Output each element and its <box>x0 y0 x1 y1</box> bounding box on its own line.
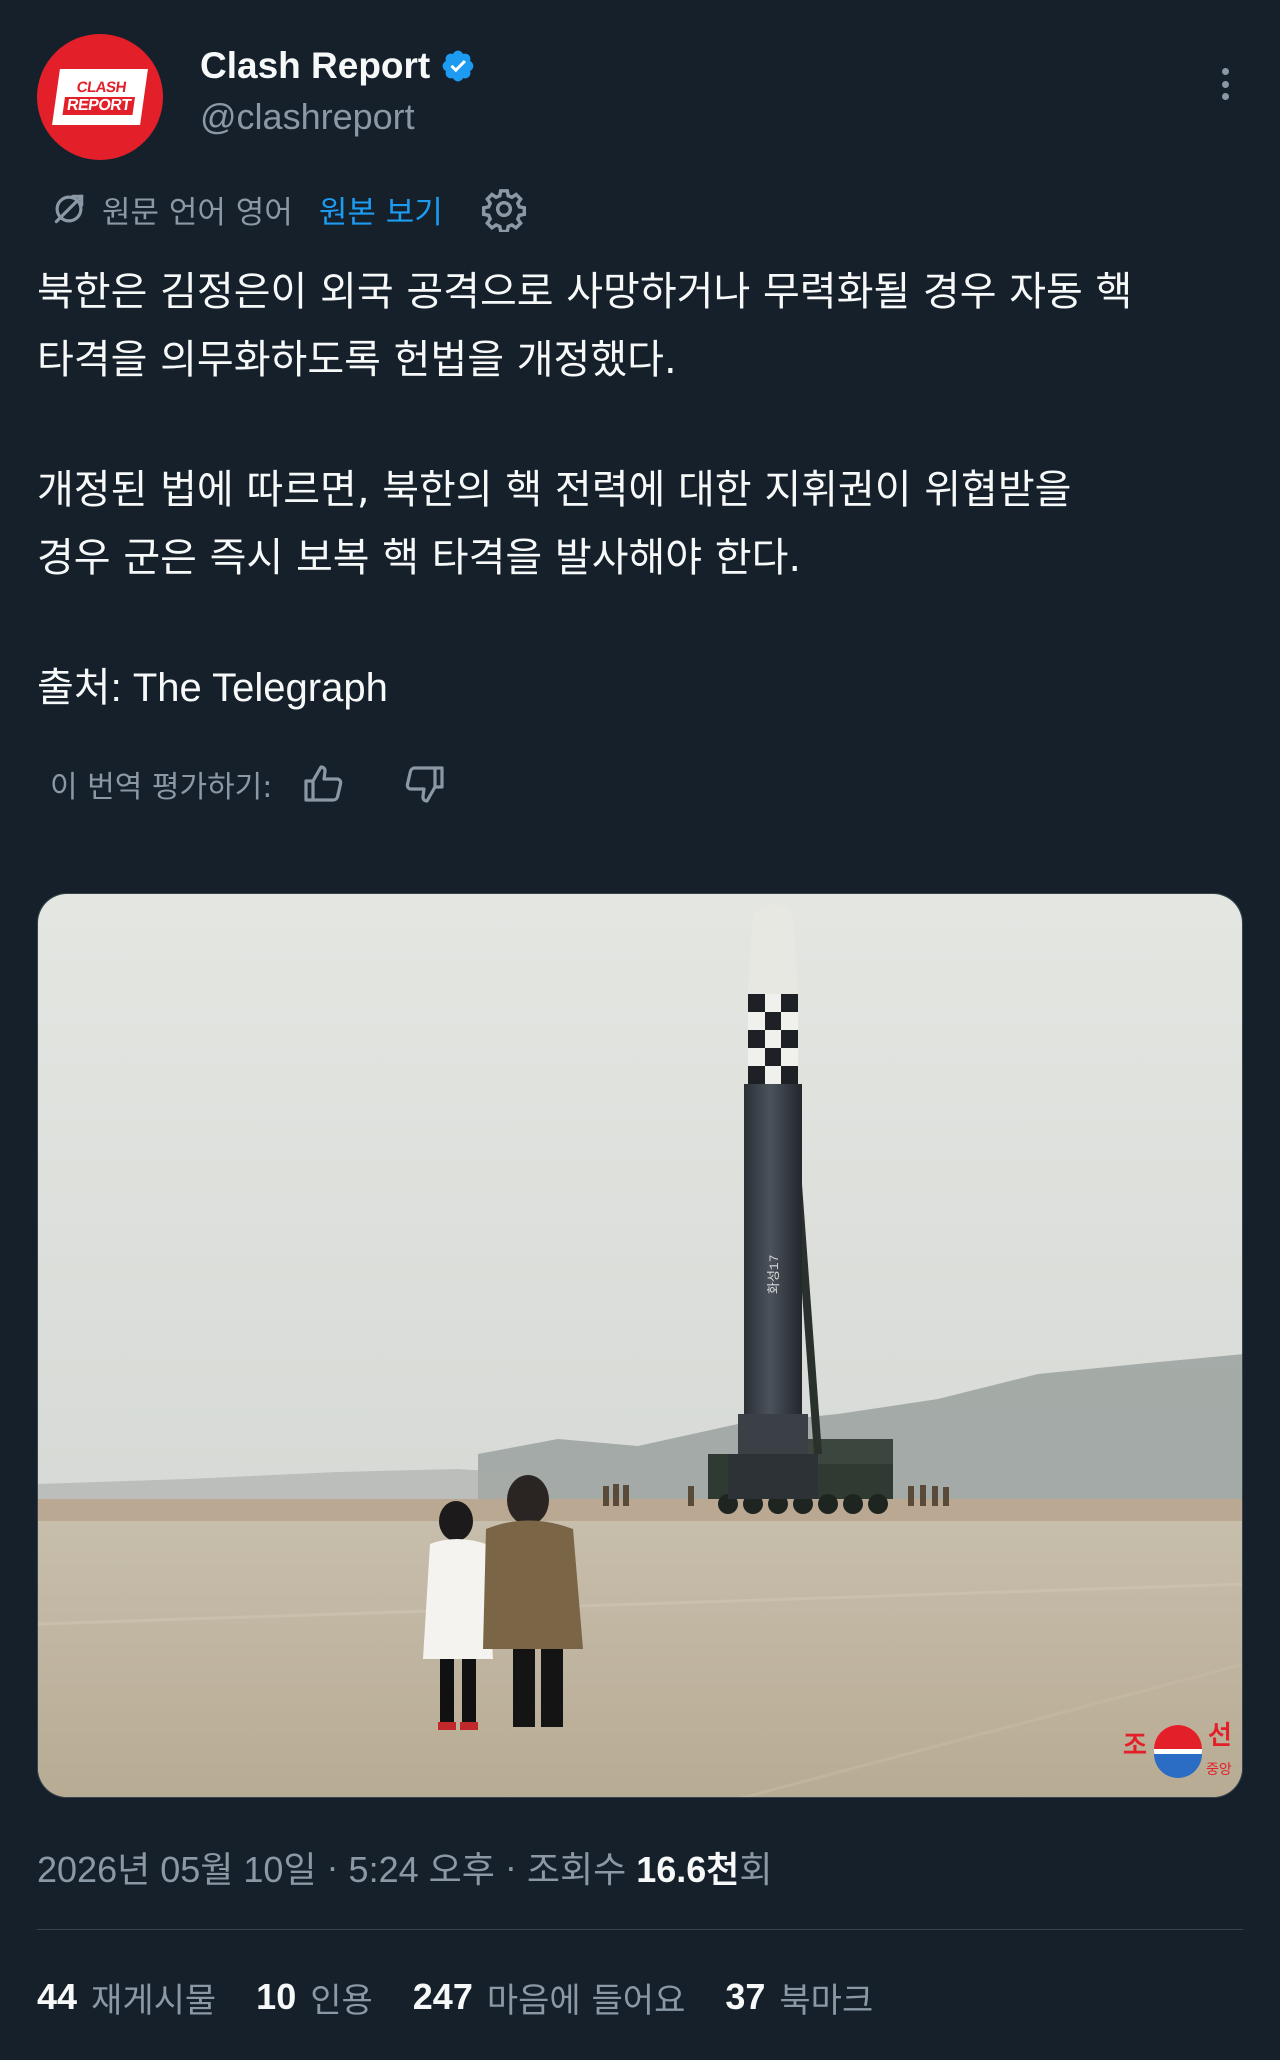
translation-settings-icon[interactable] <box>481 186 527 232</box>
tweet-source: 출처: The Telegraph <box>37 666 388 710</box>
likes-stat[interactable]: 247 마음에 들어요 <box>413 1973 686 2022</box>
likes-label: 마음에 들어요 <box>486 1980 686 2021</box>
missile-photo: 화성17 조 선 중앙 <box>38 894 1242 1797</box>
bookmarks-stat[interactable]: 37 북마크 <box>725 1973 873 2022</box>
missile-serial: 화성17 <box>767 1254 782 1294</box>
views-suffix: 회 <box>739 1849 773 1890</box>
author-display-name[interactable]: Clash Report <box>200 45 430 87</box>
tweet-header: CLASH REPORT Clash Report @clashreport <box>37 34 1243 160</box>
original-language-label: 원문 언어 영어 <box>102 194 293 231</box>
meta-separator: · <box>494 1846 527 1887</box>
clash-report-logo: CLASH REPORT <box>52 69 148 125</box>
svg-text:선: 선 <box>1208 1721 1232 1751</box>
more-options-icon[interactable] <box>1207 62 1243 106</box>
author-name-row[interactable]: Clash Report <box>200 44 476 88</box>
view-original-link[interactable]: 원본 보기 <box>319 187 443 232</box>
tweet-text-line: 북한은 김정은이 외국 공격으로 사망하거나 무력화될 경우 자동 핵 <box>37 269 1133 315</box>
post-time[interactable]: 5:24 오후 <box>349 1841 495 1893</box>
views-label: 조회수 <box>526 1849 637 1890</box>
views-count: 16.6천 <box>636 1849 740 1890</box>
svg-text:중앙: 중앙 <box>1206 1762 1232 1778</box>
rate-translation-label: 이 번역 평가하기: <box>50 770 273 805</box>
quotes-label: 인용 <box>310 1980 373 2021</box>
bookmarks-count: 37 <box>725 1976 766 2017</box>
tweet-body: 북한은 김정은이 외국 공격으로 사망하거나 무력화될 경우 자동 핵 타격을 … <box>37 258 1237 722</box>
rate-translation: 이 번역 평가하기: <box>50 760 448 808</box>
quotes-count: 10 <box>256 1976 297 2017</box>
thumbs-down-icon[interactable] <box>400 760 448 808</box>
translate-icon <box>54 194 84 224</box>
tweet-text-line: 개정된 법에 따르면, 북한의 핵 전력에 대한 지휘권이 위협받을 <box>37 467 1072 513</box>
verified-badge-icon <box>440 48 476 84</box>
avatar[interactable]: CLASH REPORT <box>37 34 163 160</box>
thumbs-up-icon[interactable] <box>300 760 348 808</box>
tweet-metadata: 2026년 05월 10일 · 5:24 오후 · 조회수 16.6천 회 <box>37 1842 773 1892</box>
reposts-label: 재게시물 <box>91 1980 217 2021</box>
bookmarks-label: 북마크 <box>779 1980 874 2021</box>
author-handle[interactable]: @clashreport <box>200 96 415 138</box>
reposts-count: 44 <box>37 1976 78 2017</box>
svg-text:조: 조 <box>1123 1731 1147 1761</box>
meta-separator: · <box>316 1846 349 1887</box>
likes-count: 247 <box>412 1976 473 2017</box>
translation-bar: 원문 언어 영어 원본 보기 <box>50 186 527 232</box>
engagement-stats: 44 재게시물 10 인용 247 마음에 들어요 37 북마크 <box>37 1972 913 2022</box>
tweet-text-line: 경우 군은 즉시 보복 핵 타격을 발사해야 한다. <box>37 535 802 581</box>
quotes-stat[interactable]: 10 인용 <box>256 1973 373 2022</box>
divider <box>37 1929 1243 1930</box>
reposts-stat[interactable]: 44 재게시물 <box>37 1973 216 2022</box>
tweet-image[interactable]: 화성17 조 선 중앙 <box>37 893 1243 1798</box>
post-date[interactable]: 2026년 05월 10일 <box>37 1841 317 1893</box>
tweet-text-line: 타격을 의무화하도록 헌법을 개정했다. <box>37 337 677 383</box>
